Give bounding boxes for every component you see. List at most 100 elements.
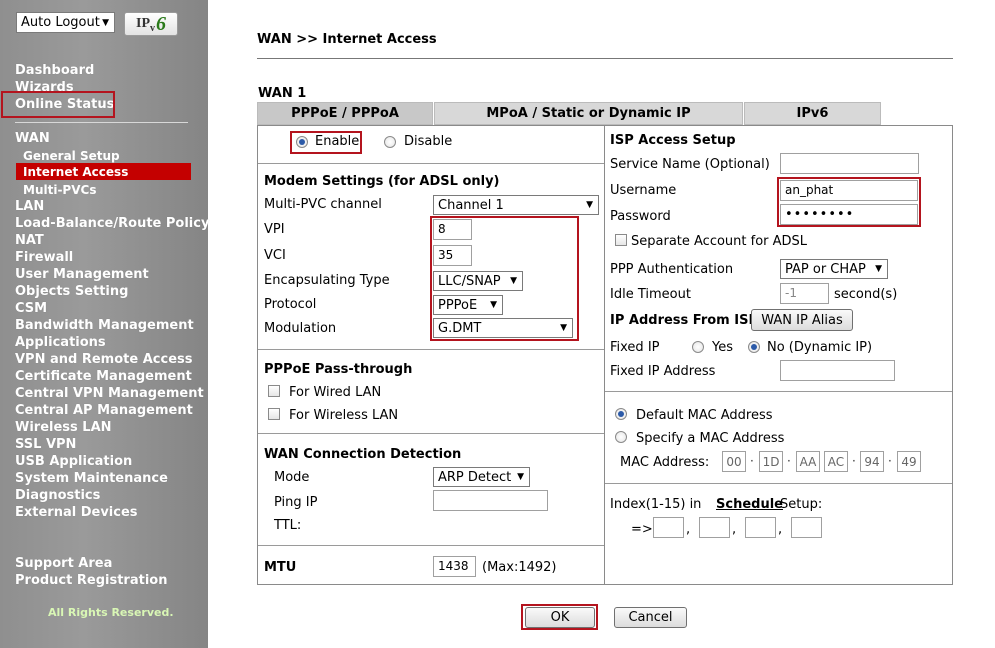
fixed-ip-address-input[interactable]	[780, 360, 895, 381]
menu-vpn[interactable]: VPN and Remote Access	[15, 352, 192, 367]
separate-account-checkbox[interactable]	[615, 234, 627, 246]
vci-input[interactable]: 35	[433, 245, 472, 266]
all-rights-text: All Rights Reserved.	[48, 606, 174, 619]
menu-external-devices[interactable]: External Devices	[15, 505, 138, 520]
menu-wan[interactable]: WAN	[15, 131, 50, 146]
schedule-index-1[interactable]	[653, 517, 684, 538]
vpi-input[interactable]: 8	[433, 219, 472, 240]
menu-nat[interactable]: NAT	[15, 233, 44, 248]
menu-csm[interactable]: CSM	[15, 301, 47, 316]
menu-applications[interactable]: Applications	[15, 335, 106, 350]
wired-lan-checkbox[interactable]	[268, 385, 280, 397]
menu-product-registration[interactable]: Product Registration	[15, 573, 167, 588]
multi-pvc-label: Multi-PVC channel	[264, 197, 382, 212]
wan-ip-alias-button[interactable]: WAN IP Alias	[751, 309, 853, 331]
menu-ssl-vpn[interactable]: SSL VPN	[15, 437, 76, 452]
menu-dashboard[interactable]: Dashboard	[15, 63, 94, 78]
chevron-down-icon: ▼	[510, 276, 517, 286]
mode-label: Mode	[274, 470, 310, 485]
schedule-index-3[interactable]	[745, 517, 776, 538]
encap-select[interactable]: LLC/SNAP ▼	[433, 271, 523, 291]
mac-octet-1[interactable]: 00	[722, 451, 746, 472]
wireless-lan-label: For Wireless LAN	[289, 408, 399, 423]
wireless-lan-checkbox[interactable]	[268, 408, 280, 420]
logo-six: 6	[156, 12, 166, 35]
cancel-button[interactable]: Cancel	[614, 607, 687, 628]
schedule-link[interactable]: Schedule	[716, 497, 783, 512]
specify-mac-radio[interactable]	[615, 431, 627, 443]
modem-settings-heading: Modem Settings (for ADSL only)	[264, 174, 500, 189]
mtu-input[interactable]: 1438	[433, 556, 476, 577]
logo-v: v	[150, 22, 155, 34]
mac-octet-3[interactable]: AA	[796, 451, 820, 472]
tab-mpoa[interactable]: MPoA / Static or Dynamic IP	[434, 102, 743, 125]
mac-address-label: MAC Address:	[620, 455, 710, 470]
multi-pvc-select[interactable]: Channel 1 ▼	[433, 195, 599, 215]
schedule-comma: ,	[686, 522, 691, 537]
menu-objects-setting[interactable]: Objects Setting	[15, 284, 128, 299]
username-label: Username	[610, 183, 677, 198]
mac-octet-4[interactable]: AC	[824, 451, 848, 472]
menu-central-vpn[interactable]: Central VPN Management	[15, 386, 204, 401]
menu-load-balance[interactable]: Load-Balance/Route Policy	[15, 216, 209, 231]
menu-usb-application[interactable]: USB Application	[15, 454, 132, 469]
chevron-down-icon: ▼	[875, 264, 882, 274]
mac-separator: ·	[750, 454, 754, 468]
menu-bandwidth-management[interactable]: Bandwidth Management	[15, 318, 194, 333]
menu-wireless-lan[interactable]: Wireless LAN	[15, 420, 112, 435]
encap-label: Encapsulating Type	[264, 273, 390, 288]
disable-radio[interactable]	[384, 136, 396, 148]
sidebar-divider	[15, 122, 188, 123]
username-input[interactable]: an_phat	[780, 180, 918, 201]
default-mac-radio[interactable]	[615, 408, 627, 420]
password-input[interactable]: ••••••••	[780, 204, 918, 225]
fixed-ip-no-radio[interactable]	[748, 341, 760, 353]
menu-central-ap[interactable]: Central AP Management	[15, 403, 193, 418]
auto-logout-select[interactable]: Auto Logout ▼	[16, 12, 115, 33]
schedule-index-2[interactable]	[699, 517, 730, 538]
password-label: Password	[610, 209, 671, 224]
idle-timeout-input[interactable]: -1	[780, 283, 829, 304]
schedule-index-4[interactable]	[791, 517, 822, 538]
menu-certificate[interactable]: Certificate Management	[15, 369, 192, 384]
menu-firewall[interactable]: Firewall	[15, 250, 73, 265]
menu-multi-pvcs[interactable]: Multi-PVCs	[23, 183, 96, 197]
mac-octet-6[interactable]: 49	[897, 451, 921, 472]
tab-mpoa-label: MPoA / Static or Dynamic IP	[486, 106, 691, 121]
mode-select[interactable]: ARP Detect ▼	[433, 467, 530, 487]
wan-ip-alias-label: WAN IP Alias	[761, 312, 843, 328]
divider	[605, 483, 952, 484]
menu-diagnostics[interactable]: Diagnostics	[15, 488, 100, 503]
menu-general-setup[interactable]: General Setup	[23, 149, 120, 163]
vpi-label: VPI	[264, 222, 285, 237]
tab-pppoe[interactable]: PPPoE / PPPoA	[257, 102, 433, 125]
menu-system-maintenance[interactable]: System Maintenance	[15, 471, 168, 486]
chevron-down-icon: ▼	[102, 17, 109, 28]
ppp-auth-select[interactable]: PAP or CHAP ▼	[780, 259, 888, 279]
ttl-label: TTL:	[274, 518, 302, 533]
mac-octet-2[interactable]: 1D	[759, 451, 783, 472]
mac-separator: ·	[787, 454, 791, 468]
tab-ipv6[interactable]: IPv6	[744, 102, 881, 125]
ppp-auth-value: PAP or CHAP	[785, 261, 866, 277]
divider	[258, 545, 604, 546]
modulation-select[interactable]: G.DMT ▼	[433, 318, 573, 338]
tab-pppoe-label: PPPoE / PPPoA	[291, 106, 399, 121]
ok-button[interactable]: OK	[525, 607, 595, 628]
divider	[605, 391, 952, 392]
fixed-ip-yes-radio[interactable]	[692, 341, 704, 353]
auto-logout-value: Auto Logout	[21, 15, 100, 30]
ping-ip-label: Ping IP	[274, 495, 318, 510]
protocol-select[interactable]: PPPoE ▼	[433, 295, 503, 315]
mac-octet-5[interactable]: 94	[860, 451, 884, 472]
menu-internet-access[interactable]: Internet Access	[23, 165, 128, 179]
menu-support-area[interactable]: Support Area	[15, 556, 112, 571]
menu-lan[interactable]: LAN	[15, 199, 44, 214]
fixed-ip-label: Fixed IP	[610, 340, 660, 355]
ok-label: OK	[550, 610, 570, 625]
service-name-input[interactable]	[780, 153, 919, 174]
menu-user-management[interactable]: User Management	[15, 267, 149, 282]
enable-radio[interactable]	[296, 136, 308, 148]
ping-ip-input[interactable]	[433, 490, 548, 511]
protocol-value: PPPoE	[438, 297, 478, 313]
